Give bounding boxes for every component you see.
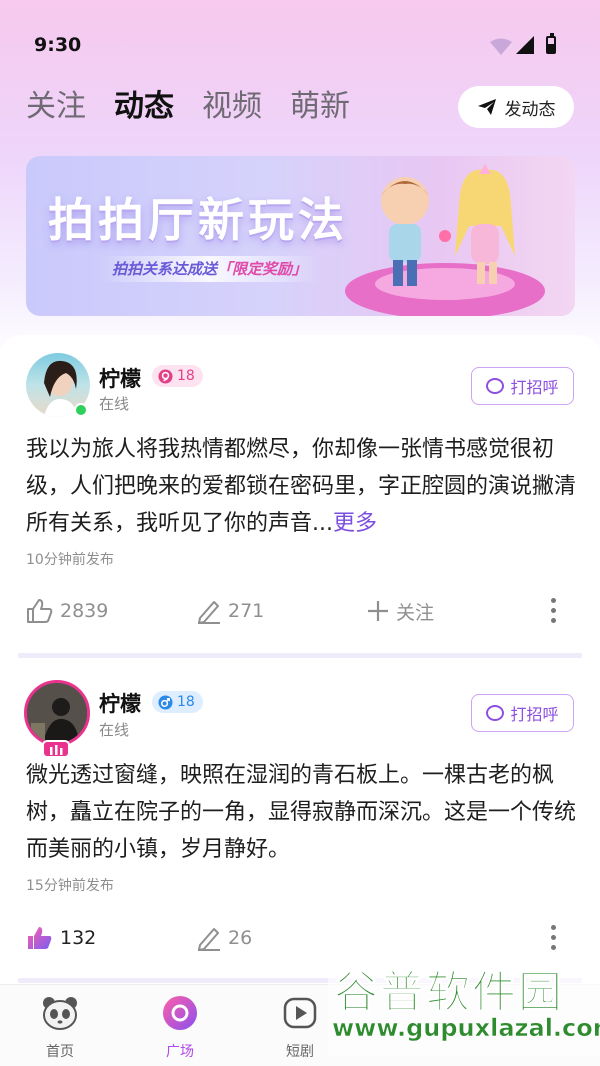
status-time: 9:30 [34, 34, 82, 56]
post-moment-button[interactable]: 发动态 [458, 86, 574, 128]
promo-banner[interactable]: 拍拍厅新玩法 拍拍关系达成送「限定奖励」 [26, 156, 575, 316]
greet-label: 打招呼 [510, 705, 559, 724]
age-badge: 18 [152, 365, 203, 387]
follow-label: 关注 [396, 601, 435, 624]
greet-button[interactable]: 打招呼 [471, 694, 574, 732]
like-count: 132 [60, 927, 97, 949]
online-indicator [74, 403, 88, 417]
play-icon [283, 997, 317, 1029]
couple-illustration [345, 164, 545, 316]
watermark-title: 谷普软件园 [334, 967, 564, 1019]
like-button[interactable]: 2839 [26, 596, 108, 626]
post-time: 15分钟前发布 [26, 878, 114, 894]
site-watermark: 谷普软件园 www.gupuxlazal.com [328, 956, 600, 1056]
comment-button[interactable]: 26 [196, 923, 252, 953]
post-text: 我以为旅人将我热情都燃尽，你却像一张情书感觉很初级，人们把晚来的爱都锁在密码里，… [26, 431, 576, 542]
tab-moments[interactable]: 动态 [114, 85, 174, 129]
tabbar-label: 广场 [166, 1044, 194, 1060]
post-actions: 2839 271 关注 [26, 596, 576, 626]
feed: 柠檬 18 在线 打招呼 我以为旅人将我热情都燃尽，你却像一张情书感觉很初级，人… [0, 335, 600, 985]
greet-label: 打招呼 [510, 378, 559, 397]
post-card: 柠檬 18 在线 打招呼 我以为旅人将我热情都燃尽，你却像一张情书感觉很初级，人… [0, 335, 600, 655]
avatar[interactable] [24, 680, 90, 746]
post-card: 柠檬 18 在线 打招呼 微光透过窗缝，映照在湿润的青石板上。一棵古老的枫树，矗… [0, 660, 600, 980]
thumb-up-icon [27, 599, 53, 623]
watermark-url: www.gupuxlazal.com [332, 1014, 600, 1043]
username[interactable]: 柠檬 [99, 688, 141, 718]
post-text: 微光透过窗缝，映照在湿润的青石板上。一棵古老的枫树，矗立在院子的一角，显得寂静而… [26, 763, 577, 862]
plus-icon [368, 601, 388, 621]
more-options-icon[interactable] [550, 598, 556, 624]
post-moment-label: 发动态 [504, 99, 556, 120]
post-body: 我以为旅人将我热情都燃尽，你却像一张情书感觉很初级，人们把晚来的爱都锁在密码里，… [26, 437, 577, 536]
banner-title: 拍拍厅新玩法 [48, 193, 348, 247]
banner-subtitle-text: 拍拍关系达成送 [112, 260, 218, 278]
tab-follow[interactable]: 关注 [26, 85, 86, 129]
paper-plane-icon [477, 99, 496, 115]
comment-button[interactable]: 271 [196, 596, 264, 626]
post-time: 10分钟前发布 [26, 552, 114, 568]
tab-newbie[interactable]: 萌新 [290, 85, 350, 129]
more-link[interactable]: 更多 [333, 511, 377, 536]
age-value: 18 [177, 368, 195, 384]
age-badge: 18 [152, 691, 203, 713]
top-tabs: 关注 动态 视频 萌新 [26, 85, 350, 129]
post-divider [18, 653, 582, 658]
male-icon [158, 694, 173, 710]
audio-bars-icon [50, 745, 63, 755]
comment-count: 271 [228, 600, 265, 622]
banner-highlight: 「限定奖励」 [217, 260, 308, 278]
signal-icon [516, 36, 534, 54]
more-options-icon[interactable] [550, 925, 556, 951]
banner-subtitle: 拍拍关系达成送「限定奖励」 [98, 256, 322, 282]
tabbar-item-home[interactable]: 首页 [20, 995, 100, 1061]
greet-button[interactable]: 打招呼 [471, 367, 574, 405]
tab-video[interactable]: 视频 [202, 85, 262, 129]
battery-icon [546, 33, 556, 54]
live-badge [42, 740, 70, 758]
plaza-icon [163, 996, 197, 1030]
pen-icon [198, 601, 220, 624]
follow-button[interactable]: 关注 [366, 596, 434, 626]
like-button[interactable]: 132 [26, 923, 96, 953]
user-status: 在线 [99, 395, 130, 413]
panda-icon [43, 997, 77, 1030]
user-status: 在线 [99, 721, 130, 739]
thumb-up-filled-icon [28, 927, 52, 949]
female-icon [158, 368, 173, 384]
age-value: 18 [177, 694, 195, 710]
avatar-photo [27, 683, 87, 743]
tabbar-item-plaza[interactable]: 广场 [140, 995, 220, 1061]
like-count: 2839 [60, 600, 109, 622]
chat-bubble-icon [486, 705, 505, 721]
tabbar-label: 首页 [46, 1044, 74, 1060]
username[interactable]: 柠檬 [99, 363, 141, 393]
status-icons [490, 33, 570, 60]
status-bar: 9:30 [0, 32, 600, 62]
comment-count: 26 [228, 927, 253, 949]
post-actions: 132 26 [26, 923, 576, 953]
wifi-icon [490, 38, 512, 55]
pen-icon [198, 928, 220, 951]
chat-bubble-icon [486, 378, 505, 394]
